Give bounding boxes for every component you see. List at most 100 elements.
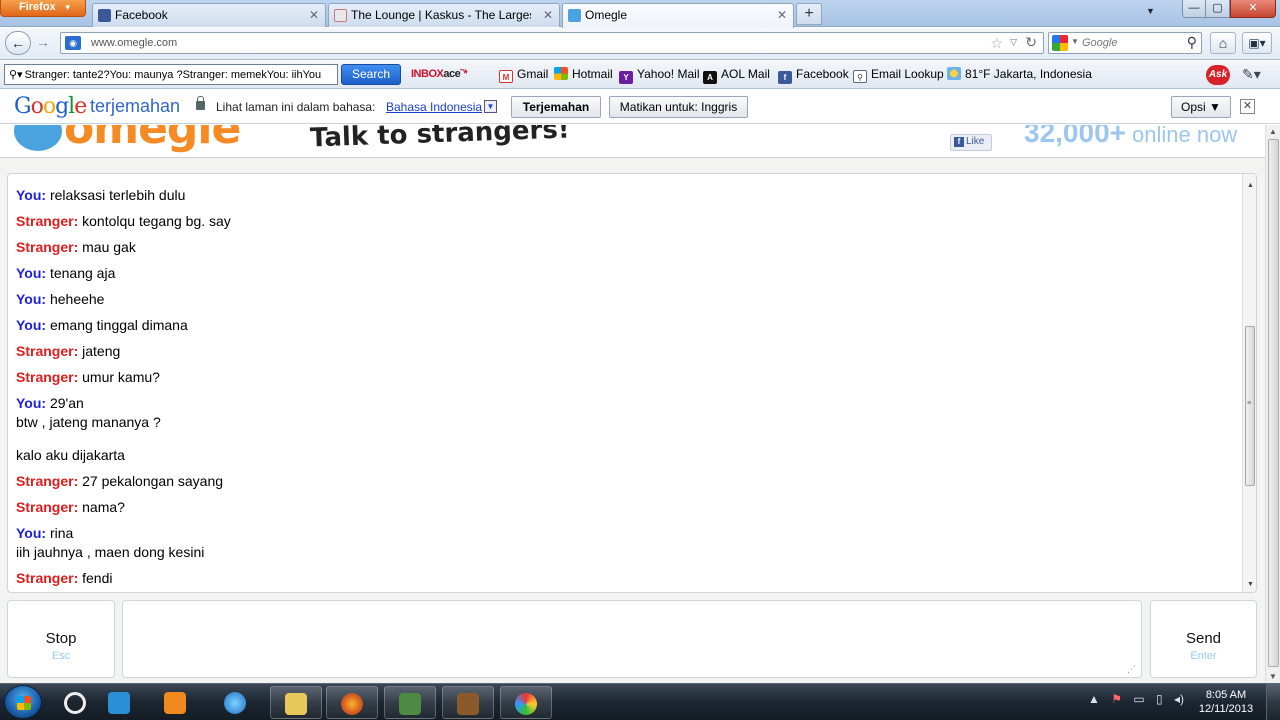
page-scrollbar[interactable]: ▲ ▼	[1265, 125, 1280, 683]
tab-strip: Firefox ▼ Facebook ✕ The Lounge | Kaskus …	[0, 0, 1280, 28]
start-button[interactable]	[4, 685, 42, 719]
bookmark-email-lookup[interactable]: ⚲ Email Lookup	[853, 67, 944, 83]
windows-taskbar: ▲ ⚑ ▭ ▯ ◂) 8:05 AM 12/11/2013	[0, 683, 1280, 720]
network-icon[interactable]: ▭	[1133, 692, 1144, 706]
search-box[interactable]: ▼ Google ⚲	[1048, 32, 1202, 54]
taskbar-app-explorer[interactable]	[270, 686, 322, 719]
message-sender: Stranger:	[16, 239, 79, 255]
message-text: jateng	[82, 343, 121, 359]
action-center-icon[interactable]: ⚑	[1111, 692, 1122, 706]
home-button[interactable]: ⌂	[1210, 32, 1236, 54]
ask-search-input[interactable]: ⚲▾ Stranger: tante2?You: maunya ?Stranger…	[4, 64, 338, 85]
show-hidden-icons-icon[interactable]: ▲	[1088, 692, 1100, 706]
weather-label: 81°F Jakarta, Indonesia	[965, 67, 1092, 81]
bookmark-label: Gmail	[517, 67, 549, 81]
facebook-like-button[interactable]: f Like	[950, 134, 992, 151]
chat-message: Stranger: 27 pekalongan sayang	[16, 472, 231, 491]
weather-button[interactable]: 81°F Jakarta, Indonesia	[947, 67, 1092, 81]
omegle-page: omegle Talk to strangers! f Like 32,000+ o…	[0, 125, 1265, 683]
chat-log[interactable]: You: relaksasi terlebih dulu Stranger: ko…	[7, 173, 1257, 593]
hotmail-icon	[554, 67, 568, 80]
paint-palette-icon	[515, 693, 537, 715]
stop-button[interactable]: Stop Esc	[7, 600, 115, 678]
google-search-engine-icon[interactable]	[1052, 35, 1068, 51]
taskbar-app-internet-explorer[interactable]	[210, 686, 262, 719]
disable-translate-button[interactable]: Matikan untuk: Inggris	[609, 96, 748, 118]
bookmark-aol-mail[interactable]: A AOL Mail	[703, 67, 770, 84]
reload-icon[interactable]: ↻	[1025, 34, 1037, 51]
scroll-down-icon[interactable]: ▼	[1247, 581, 1254, 588]
scroll-down-icon[interactable]: ▼	[1269, 672, 1277, 681]
battery-icon[interactable]: ▯	[1156, 692, 1163, 706]
lock-icon	[196, 96, 205, 110]
site-identity-icon[interactable]: ◉	[65, 36, 81, 50]
message-sender: You:	[16, 187, 47, 203]
close-translate-bar-icon[interactable]: ✕	[1240, 99, 1255, 114]
taskbar-app-esia[interactable]	[384, 686, 436, 719]
search-icon[interactable]: ⚲	[1187, 34, 1197, 51]
clock-date: 12/11/2013	[1198, 703, 1254, 715]
send-button[interactable]: Send Enter	[1150, 600, 1257, 678]
scroll-thumb[interactable]	[1268, 139, 1279, 667]
ask-logo-icon[interactable]: Ask	[1206, 65, 1230, 85]
chat-scrollbar[interactable]: ▲ ≡ ▼	[1242, 174, 1256, 592]
bookmark-hotmail[interactable]: Hotmail	[554, 67, 613, 81]
volume-icon[interactable]: ◂)	[1174, 692, 1184, 706]
taskbar-app-game[interactable]	[442, 686, 494, 719]
tab-kaskus[interactable]: The Lounge | Kaskus - The Largest In... …	[328, 3, 560, 27]
close-tab-icon[interactable]: ✕	[543, 8, 553, 22]
minimize-icon[interactable]: —	[1182, 0, 1206, 18]
message-text-continuation: iih jauhnya , maen dong kesini	[16, 544, 205, 560]
message-input[interactable]: ⋰	[122, 600, 1142, 678]
list-all-tabs-icon[interactable]: ▼	[1146, 6, 1155, 16]
new-tab-button[interactable]: +	[796, 3, 822, 25]
chevron-down-icon[interactable]: ▼	[484, 100, 497, 113]
scroll-up-icon[interactable]: ▲	[1269, 127, 1277, 136]
tab-facebook[interactable]: Facebook ✕	[92, 3, 326, 27]
url-bar[interactable]: ◉ www.omegle.com ☆ ▽ ↻	[60, 32, 1044, 54]
ask-toolbar: ⚲▾ Stranger: tante2?You: maunya ?Stranger…	[0, 61, 1280, 89]
bookmark-gmail[interactable]: M Gmail	[499, 67, 548, 83]
bookmark-star-icon[interactable]: ☆	[990, 35, 1003, 52]
toolbar-options-icon[interactable]: ✎▾	[1242, 66, 1261, 83]
back-button[interactable]: ←	[5, 31, 31, 55]
taskbar-app-firefox[interactable]	[326, 686, 378, 719]
close-tab-icon[interactable]: ✕	[777, 8, 787, 22]
firefox-menu-button[interactable]: Firefox ▼	[0, 0, 86, 17]
taskbar-clock[interactable]: 8:05 AM 12/11/2013	[1196, 688, 1256, 716]
message-sender: You:	[16, 265, 47, 281]
chat-message: Stranger: jateng	[16, 342, 231, 361]
translate-button[interactable]: Terjemahan	[511, 96, 601, 118]
chevron-down-icon[interactable]: ▼	[1071, 37, 1079, 46]
close-tab-icon[interactable]: ✕	[309, 8, 319, 22]
history-dropdown-icon[interactable]: ▽	[1010, 37, 1017, 48]
scroll-up-icon[interactable]: ▲	[1247, 182, 1254, 189]
target-language-link[interactable]: Bahasa Indonesia	[386, 100, 482, 114]
esia-icon	[399, 693, 421, 715]
forward-button[interactable]: →	[30, 31, 56, 55]
maximize-icon[interactable]: ▢	[1206, 0, 1230, 18]
chat-message: You: rina iih jauhnya , maen dong kesini	[16, 524, 231, 562]
message-text: umur kamu?	[82, 369, 160, 385]
inboxace-logo-part2: ace	[443, 68, 461, 80]
taskbar-app-media-player[interactable]	[150, 686, 202, 719]
resize-grip-icon[interactable]: ⋰	[1127, 664, 1136, 675]
bookmark-label: Hotmail	[572, 67, 613, 81]
bookmark-facebook[interactable]: f Facebook	[778, 67, 849, 84]
online-count-label: online now	[1132, 125, 1238, 147]
bookmark-yahoo-mail[interactable]: Y Yahoo! Mail	[619, 67, 699, 84]
taskbar-app-paint[interactable]	[500, 686, 552, 719]
taskbar-app-twitter[interactable]	[94, 686, 146, 719]
omegle-logo[interactable]: omegle	[64, 125, 241, 154]
translate-prompt: Lihat laman ini dalam bahasa:	[216, 100, 376, 114]
send-label: Send	[1185, 630, 1222, 647]
url-text: www.omegle.com	[91, 37, 178, 49]
inboxace-logo[interactable]: INBOXace˜*	[411, 68, 468, 80]
toolbar-menu-button[interactable]: ▣▾	[1242, 32, 1272, 54]
message-sender: You:	[16, 291, 47, 307]
close-window-icon[interactable]: ✕	[1230, 0, 1276, 18]
options-button[interactable]: Opsi ▼	[1171, 96, 1231, 118]
ask-search-button[interactable]: Search	[341, 64, 401, 85]
tab-omegle[interactable]: Omegle ✕	[562, 3, 794, 28]
show-desktop-button[interactable]	[1266, 684, 1280, 720]
